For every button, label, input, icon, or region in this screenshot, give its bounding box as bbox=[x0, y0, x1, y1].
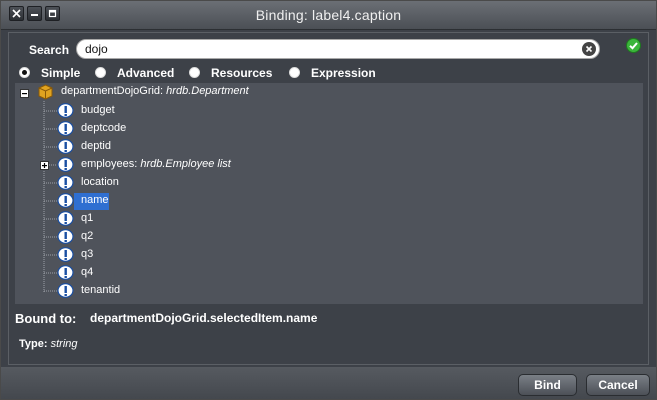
tree-item-name: location bbox=[81, 176, 119, 188]
tree-root-row[interactable]: departmentDojoGrid: hrdb.Department bbox=[57, 83, 357, 101]
search-input[interactable] bbox=[85, 41, 565, 57]
tree-item-name: tenantid bbox=[81, 284, 121, 296]
tree-root-type: hrdb.Department bbox=[166, 85, 249, 97]
tree-item-name: deptid bbox=[81, 140, 111, 152]
binding-dialog: Binding: label4.caption Search Simple Ad… bbox=[0, 0, 657, 400]
radio-simple-label: Simple bbox=[41, 66, 81, 80]
tree-item-name: name bbox=[81, 194, 109, 206]
radio-simple[interactable] bbox=[19, 67, 30, 78]
search-label: Search bbox=[29, 43, 70, 57]
radio-advanced-label: Advanced bbox=[117, 66, 175, 80]
property-icon bbox=[57, 265, 74, 280]
tree-item[interactable]: q4 bbox=[77, 264, 377, 282]
tree-item[interactable]: tenantid bbox=[77, 282, 377, 300]
minus-icon bbox=[22, 93, 27, 95]
property-icon bbox=[57, 139, 74, 154]
binding-tree[interactable]: departmentDojoGrid: hrdb.Department budg… bbox=[15, 83, 643, 304]
clear-search-button[interactable] bbox=[582, 42, 596, 56]
radio-resources[interactable] bbox=[189, 67, 200, 78]
property-icon bbox=[57, 157, 74, 172]
dialog-title: Binding: label4.caption bbox=[255, 7, 402, 23]
collapse-toggle[interactable] bbox=[20, 89, 29, 98]
title-bar[interactable]: Binding: label4.caption bbox=[1, 1, 656, 30]
tree-item[interactable]: employees: hrdb.Employee list bbox=[77, 156, 377, 174]
tree-item[interactable]: deptid bbox=[77, 138, 377, 156]
property-icon bbox=[57, 247, 74, 262]
tree-item-name: q1 bbox=[81, 212, 94, 224]
property-icon bbox=[57, 211, 74, 226]
tree-item-name: deptcode bbox=[81, 122, 127, 134]
property-icon bbox=[57, 175, 74, 190]
type-value: string bbox=[50, 338, 78, 350]
tree-item[interactable]: location bbox=[77, 174, 377, 192]
tree-root-name: departmentDojoGrid: bbox=[61, 85, 164, 97]
property-icon bbox=[57, 229, 74, 244]
valid-check-icon bbox=[626, 38, 641, 53]
tree-item[interactable]: q1 bbox=[77, 210, 377, 228]
tree-item[interactable]: deptcode bbox=[77, 120, 377, 138]
tree-item-name: q2 bbox=[81, 230, 94, 242]
radio-expression-label: Expression bbox=[311, 66, 376, 80]
radio-expression[interactable] bbox=[289, 67, 300, 78]
radio-advanced[interactable] bbox=[95, 67, 106, 78]
plus-icon bbox=[42, 163, 47, 168]
package-icon bbox=[38, 84, 53, 100]
tree-item[interactable]: q3 bbox=[77, 246, 377, 264]
property-icon bbox=[57, 103, 74, 118]
bind-button[interactable]: Bind bbox=[518, 374, 577, 396]
bound-to-value: departmentDojoGrid.selectedItem.name bbox=[90, 311, 318, 325]
cancel-button[interactable]: Cancel bbox=[586, 374, 650, 396]
type-label: Type: bbox=[19, 338, 48, 350]
tree-item-name: q4 bbox=[81, 266, 94, 278]
tree-item[interactable]: q2 bbox=[77, 228, 377, 246]
property-icon bbox=[57, 121, 74, 136]
property-icon bbox=[57, 283, 74, 298]
tree-item[interactable]: budget bbox=[77, 102, 377, 120]
tree-item[interactable]: name bbox=[77, 192, 377, 210]
tree-item-name: employees: bbox=[81, 158, 138, 170]
expand-toggle[interactable] bbox=[40, 161, 49, 170]
tree-item-name: q3 bbox=[81, 248, 94, 260]
bound-to-label: Bound to: bbox=[15, 311, 77, 326]
tree-item-type: hrdb.Employee list bbox=[140, 158, 231, 170]
search-field[interactable] bbox=[76, 39, 600, 59]
clear-icon bbox=[585, 45, 593, 53]
radio-resources-label: Resources bbox=[211, 66, 273, 80]
tree-item-name: budget bbox=[81, 104, 115, 116]
type-info: Type: string bbox=[19, 338, 78, 350]
property-icon bbox=[57, 193, 74, 208]
